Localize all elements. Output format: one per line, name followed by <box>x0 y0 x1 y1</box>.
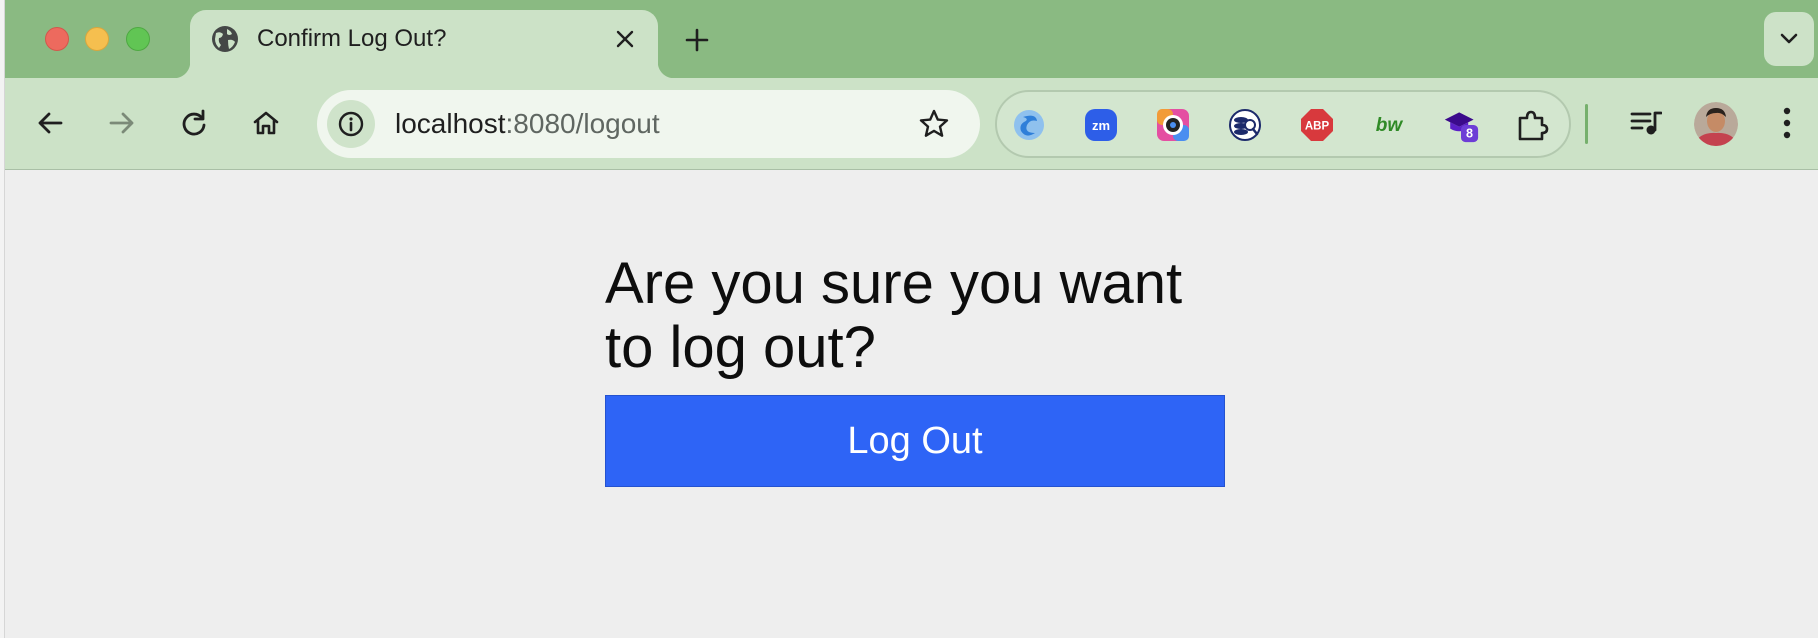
close-window-button[interactable] <box>45 27 69 51</box>
svg-text:bw: bw <box>1376 115 1404 136</box>
tab-search-button[interactable] <box>1764 12 1814 66</box>
svg-text:zm: zm <box>1092 118 1110 133</box>
tab-confirm-log-out[interactable]: Confirm Log Out? <box>174 10 674 78</box>
page-heading: Are you sure you want to log out? <box>605 251 1183 380</box>
tab-title: Confirm Log Out? <box>257 25 447 52</box>
close-tab-icon[interactable] <box>610 24 640 54</box>
site-info-icon[interactable] <box>327 100 375 148</box>
page-content: Are you sure you want to log out? Log Ou… <box>5 170 1818 638</box>
toolbar: localhost:8080/logout zm ABP bw 8 <box>5 78 1818 170</box>
back-button[interactable] <box>28 101 72 145</box>
home-button[interactable] <box>244 101 288 145</box>
minimize-window-button[interactable] <box>85 27 109 51</box>
bookmark-star-icon[interactable] <box>916 106 952 142</box>
url-path: :8080/logout <box>505 108 660 139</box>
globe-icon <box>210 24 240 54</box>
extensions-tray: zm ABP bw 8 <box>995 90 1571 158</box>
svg-text:8: 8 <box>1466 127 1473 141</box>
more-menu-icon[interactable] <box>1765 101 1809 145</box>
maximize-window-button[interactable] <box>126 27 150 51</box>
coin-search-extension-icon[interactable] <box>1227 107 1263 143</box>
adblock-plus-extension-icon[interactable]: ABP <box>1299 107 1335 143</box>
new-tab-button[interactable] <box>677 20 717 60</box>
forward-button[interactable] <box>100 101 144 145</box>
browser-window: Confirm Log Out? localhost:8080/logout z… <box>5 0 1818 638</box>
swirl-extension-icon[interactable] <box>1011 107 1047 143</box>
extensions-puzzle-icon[interactable] <box>1515 107 1551 143</box>
reload-button[interactable] <box>172 101 216 145</box>
bw-extension-icon[interactable]: bw <box>1371 107 1407 143</box>
profile-avatar[interactable] <box>1694 102 1738 146</box>
camera-extension-icon[interactable] <box>1155 107 1191 143</box>
zoom-extension-icon[interactable]: zm <box>1083 107 1119 143</box>
url-host: localhost <box>395 108 506 139</box>
address-bar[interactable]: localhost:8080/logout <box>317 90 980 158</box>
graduation-cap-extension-icon[interactable]: 8 <box>1443 107 1479 143</box>
toolbar-divider <box>1585 104 1588 144</box>
url-text[interactable]: localhost:8080/logout <box>395 107 660 141</box>
media-controls-icon[interactable] <box>1624 101 1668 145</box>
svg-text:ABP: ABP <box>1305 121 1330 133</box>
tab-strip: Confirm Log Out? <box>5 0 1818 78</box>
log-out-button[interactable]: Log Out <box>605 395 1225 487</box>
